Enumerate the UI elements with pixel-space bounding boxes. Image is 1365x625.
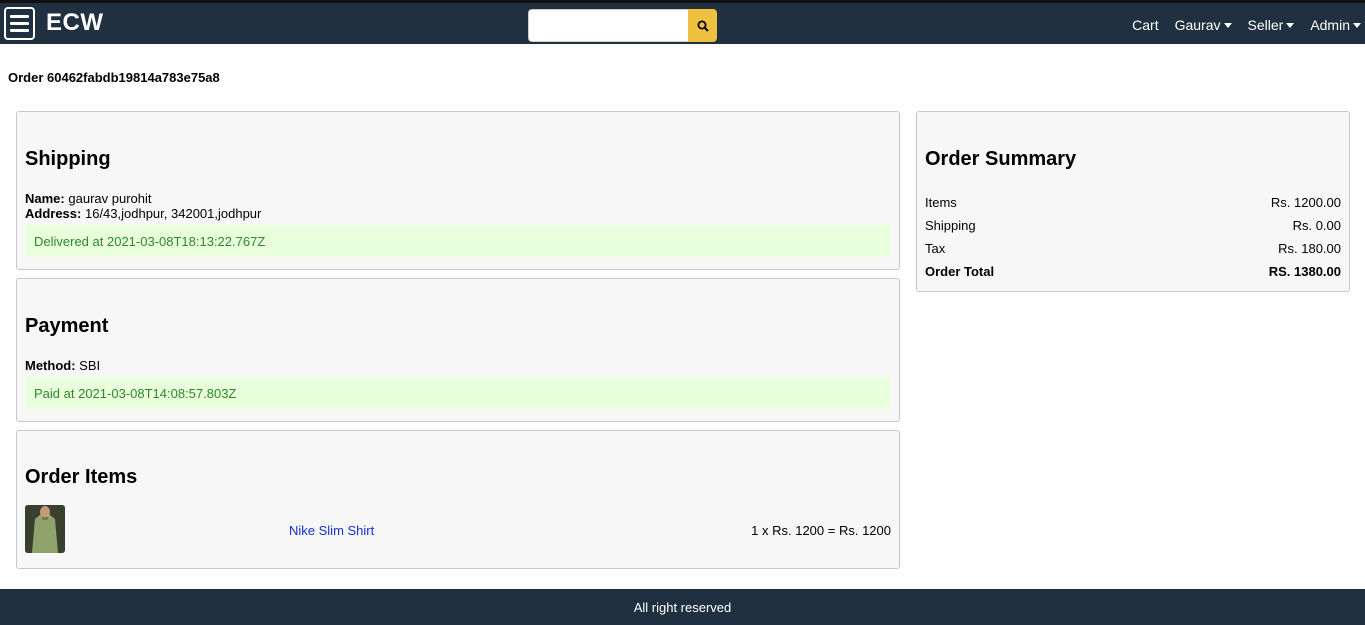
order-summary-heading: Order Summary <box>925 148 1077 170</box>
brand-logo-link[interactable]: ECW <box>46 9 104 37</box>
summary-items-value: Rs. 1200.00 <box>1270 195 1341 210</box>
shipping-heading: Shipping <box>25 148 111 170</box>
summary-shipping-value: Rs. 0.00 <box>1292 218 1341 233</box>
search-input[interactable] <box>528 9 689 42</box>
order-items-card: Order Items Nike Slim Shirt 1 x Rs. 1200… <box>16 430 900 569</box>
shipping-address-line: Address: 16/43,jodhpur, 342001,jodhpur <box>25 206 261 221</box>
order-items-heading: Order Items <box>25 466 138 488</box>
footer: All right reserved <box>0 589 1365 625</box>
shipping-address-label: Address: <box>25 206 82 221</box>
caret-down-icon <box>1286 23 1295 28</box>
shipping-name-label: Name: <box>25 191 65 206</box>
summary-row-order-total: Order Total RS. 1380.00 <box>925 264 1341 279</box>
caret-down-icon <box>1353 23 1361 28</box>
order-item-link[interactable]: Nike Slim Shirt <box>289 523 374 538</box>
order-title: Order 60462fabdb19814a783e75a8 <box>8 70 220 85</box>
search-icon <box>697 20 709 32</box>
summary-row-items: Items Rs. 1200.00 <box>925 195 1341 210</box>
payment-method-line: Method: SBI <box>25 358 100 373</box>
payment-card: Payment Method: SBI Paid at 2021-03-08T1… <box>16 278 900 422</box>
order-item-line-total: 1 x Rs. 1200 = Rs. 1200 <box>751 523 891 538</box>
menu-bar-line <box>10 22 29 25</box>
payment-method-value: SBI <box>79 358 101 373</box>
admin-dropdown[interactable]: Admin <box>1310 17 1361 33</box>
search-button[interactable] <box>688 9 717 42</box>
search-form <box>528 9 717 42</box>
seller-dropdown[interactable]: Seller <box>1248 17 1295 33</box>
shipping-address-value: 16/43,jodhpur, 342001,jodhpur <box>84 206 262 221</box>
shipping-card: Shipping Name: gaurav purohit Address: 1… <box>16 111 900 270</box>
seller-dropdown-label: Seller <box>1247 17 1284 33</box>
menu-bar-line <box>10 15 29 18</box>
payment-method-label: Method: <box>25 358 76 373</box>
cart-label: Cart <box>1132 17 1159 33</box>
summary-shipping-label: Shipping <box>925 218 976 233</box>
order-summary-card: Order Summary Items Rs. 1200.00 Shipping… <box>916 111 1350 292</box>
nav-links: Cart Gaurav Seller Admin <box>1132 3 1361 47</box>
summary-order-total-value: RS. 1380.00 <box>1268 264 1341 279</box>
hamburger-menu-button[interactable] <box>4 7 35 40</box>
shipping-name-line: Name: gaurav purohit <box>25 191 152 206</box>
caret-down-icon <box>1223 23 1232 28</box>
menu-bar-line <box>10 29 29 32</box>
summary-items-label: Items <box>925 195 957 210</box>
shipping-name-value: gaurav purohit <box>68 191 152 206</box>
cart-link[interactable]: Cart <box>1132 17 1158 33</box>
footer-text: All right reserved <box>633 599 732 615</box>
summary-row-tax: Tax Rs. 180.00 <box>925 241 1341 256</box>
summary-order-total-label: Order Total <box>925 264 995 279</box>
summary-tax-label: Tax <box>925 241 946 256</box>
product-thumbnail-image <box>25 505 65 553</box>
user-dropdown[interactable]: Gaurav <box>1175 17 1232 33</box>
top-navbar: ECW Cart Gaurav Seller Admin <box>0 0 1365 44</box>
paid-status-message: Paid at 2021-03-08T14:08:57.803Z <box>25 377 891 409</box>
summary-row-shipping: Shipping Rs. 0.00 <box>925 218 1341 233</box>
delivered-status-message: Delivered at 2021-03-08T18:13:22.767Z <box>25 225 891 257</box>
user-dropdown-label: Gaurav <box>1174 17 1221 33</box>
summary-tax-value: Rs. 180.00 <box>1278 241 1341 256</box>
payment-heading: Payment <box>25 315 109 337</box>
shirt-image <box>25 505 65 553</box>
admin-dropdown-label: Admin <box>1310 17 1350 33</box>
